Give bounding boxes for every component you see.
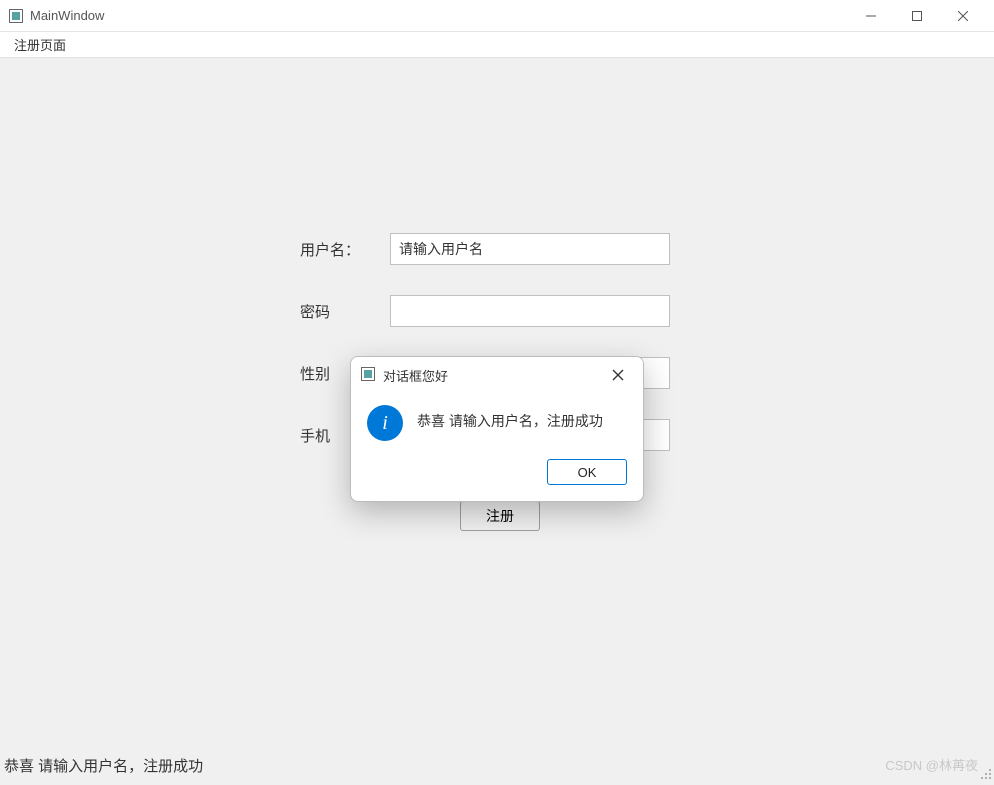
register-button[interactable]: 注册 bbox=[460, 501, 540, 531]
maximize-button[interactable] bbox=[894, 0, 940, 31]
resize-grip-icon[interactable] bbox=[978, 766, 992, 780]
menu-register-page[interactable]: 注册页面 bbox=[8, 33, 72, 56]
menubar: 注册页面 bbox=[0, 32, 994, 58]
dialog-message: 恭喜 请输入用户名，注册成功 bbox=[417, 405, 603, 431]
window-controls bbox=[848, 0, 986, 31]
close-button[interactable] bbox=[940, 0, 986, 31]
label-password: 密码 bbox=[300, 301, 390, 322]
input-username[interactable] bbox=[390, 233, 670, 265]
row-username: 用户名： bbox=[300, 233, 700, 265]
status-text: 恭喜 请输入用户名，注册成功 bbox=[4, 755, 203, 776]
info-dialog: 对话框您好 i 恭喜 请输入用户名，注册成功 OK bbox=[350, 356, 644, 502]
dialog-titlebar: 对话框您好 bbox=[351, 357, 643, 393]
watermark: CSDN @林苒夜 bbox=[885, 755, 978, 774]
row-password: 密码 bbox=[300, 295, 700, 327]
info-icon: i bbox=[367, 405, 403, 441]
app-icon bbox=[8, 8, 24, 24]
dialog-body: i 恭喜 请输入用户名，注册成功 bbox=[351, 393, 643, 449]
dialog-buttons: OK bbox=[351, 449, 643, 501]
dialog-close-button[interactable] bbox=[603, 360, 633, 390]
client-area: 用户名： 密码 性别 手机 注册 对话框您好 bbox=[0, 58, 994, 782]
dialog-title: 对话框您好 bbox=[383, 366, 603, 385]
ok-button[interactable]: OK bbox=[547, 459, 627, 485]
minimize-button[interactable] bbox=[848, 0, 894, 31]
window-title: MainWindow bbox=[30, 8, 848, 23]
label-username: 用户名： bbox=[300, 239, 390, 260]
main-titlebar: MainWindow bbox=[0, 0, 994, 32]
input-password[interactable] bbox=[390, 295, 670, 327]
dialog-app-icon bbox=[361, 367, 377, 383]
